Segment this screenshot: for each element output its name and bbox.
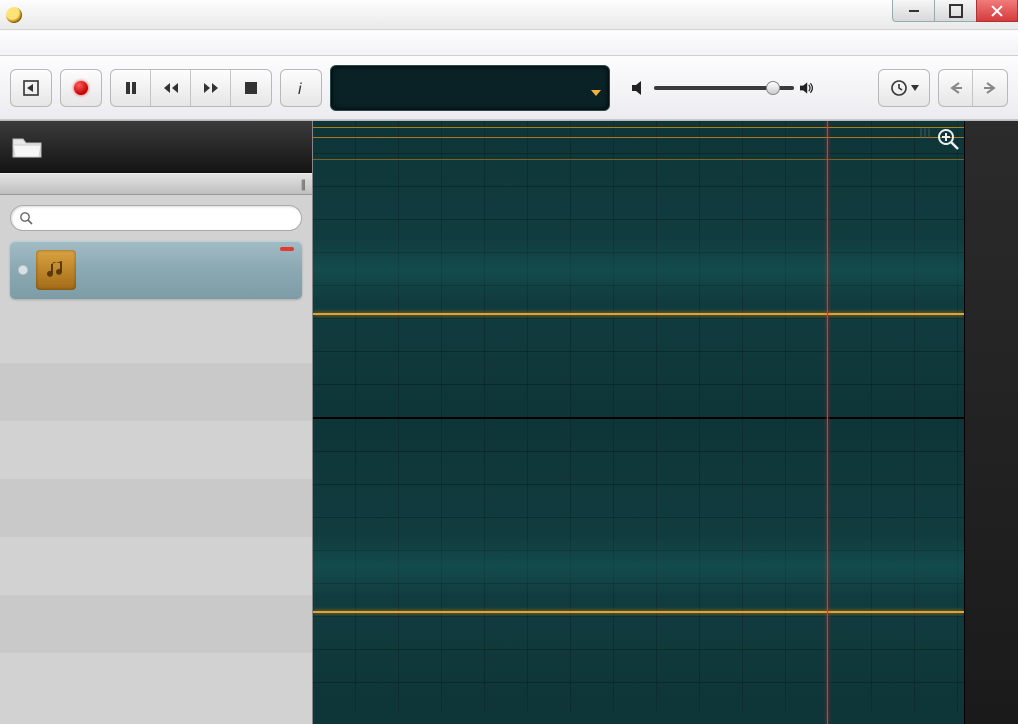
- resize-grip-icon[interactable]: |||: [301, 178, 304, 190]
- channel-left: [313, 121, 964, 417]
- file-thumb: [36, 250, 76, 290]
- volume-control: [632, 81, 816, 95]
- next-button[interactable]: [973, 70, 1007, 106]
- volume-thumb[interactable]: [766, 81, 780, 95]
- rec-badge: [280, 247, 294, 251]
- file-item[interactable]: [10, 241, 302, 299]
- channel-right: [313, 417, 964, 713]
- volume-slider[interactable]: [654, 86, 794, 90]
- maximize-button[interactable]: [934, 0, 976, 22]
- app-icon: [6, 7, 22, 23]
- file-list-empty: [0, 305, 312, 724]
- waveform-view[interactable]: |||: [313, 121, 964, 724]
- info-button[interactable]: i: [280, 69, 322, 107]
- time-counter: [330, 65, 610, 111]
- menu-controls[interactable]: [74, 39, 94, 47]
- vertical-grip-icon[interactable]: |||: [918, 129, 930, 139]
- minimize-button[interactable]: [892, 0, 934, 22]
- zoom-in-icon[interactable]: [936, 127, 960, 151]
- nav-group: [938, 69, 1008, 107]
- window-controls: [892, 0, 1018, 22]
- rewind-button[interactable]: [151, 70, 191, 106]
- playhead[interactable]: [827, 121, 828, 724]
- zero-line-left: [313, 313, 964, 315]
- svg-text:i: i: [298, 81, 302, 97]
- menu-generate[interactable]: [118, 39, 138, 47]
- forward-button[interactable]: [191, 70, 231, 106]
- main-area: |||: [0, 120, 1018, 724]
- amplitude-ruler: [964, 121, 1018, 724]
- transport-group: [110, 69, 272, 107]
- file-status-dot: [18, 265, 28, 275]
- search-icon: [19, 211, 33, 225]
- menu-analyze[interactable]: [140, 39, 160, 47]
- music-note-icon: [44, 258, 68, 282]
- pause-button[interactable]: [111, 70, 151, 106]
- menu-edit[interactable]: [30, 39, 50, 47]
- sidebar: |||: [0, 121, 313, 724]
- menu-view[interactable]: [52, 39, 72, 47]
- search-input[interactable]: [37, 211, 293, 225]
- menu-file[interactable]: [8, 39, 28, 47]
- folder-icon[interactable]: [12, 135, 42, 159]
- history-dropdown[interactable]: [878, 69, 930, 107]
- speaker-low-icon: [632, 81, 648, 95]
- menu-effects[interactable]: [96, 39, 116, 47]
- record-button[interactable]: [60, 69, 102, 107]
- back-button[interactable]: [939, 70, 973, 106]
- toolbar: i: [0, 56, 1018, 120]
- speaker-high-icon: [800, 81, 816, 95]
- play-toggle-button[interactable]: [10, 69, 52, 107]
- window-titlebar: [0, 0, 1018, 30]
- menu-bar: [0, 30, 1018, 56]
- search-box[interactable]: [10, 205, 302, 231]
- record-icon: [74, 81, 88, 95]
- sidebar-header: |||: [0, 173, 312, 195]
- close-button[interactable]: [976, 0, 1018, 22]
- sidebar-toolbar: [0, 121, 312, 173]
- search-wrap: [0, 195, 312, 241]
- menu-help[interactable]: [162, 39, 182, 47]
- stop-button[interactable]: [231, 70, 271, 106]
- zero-line-right: [313, 611, 964, 613]
